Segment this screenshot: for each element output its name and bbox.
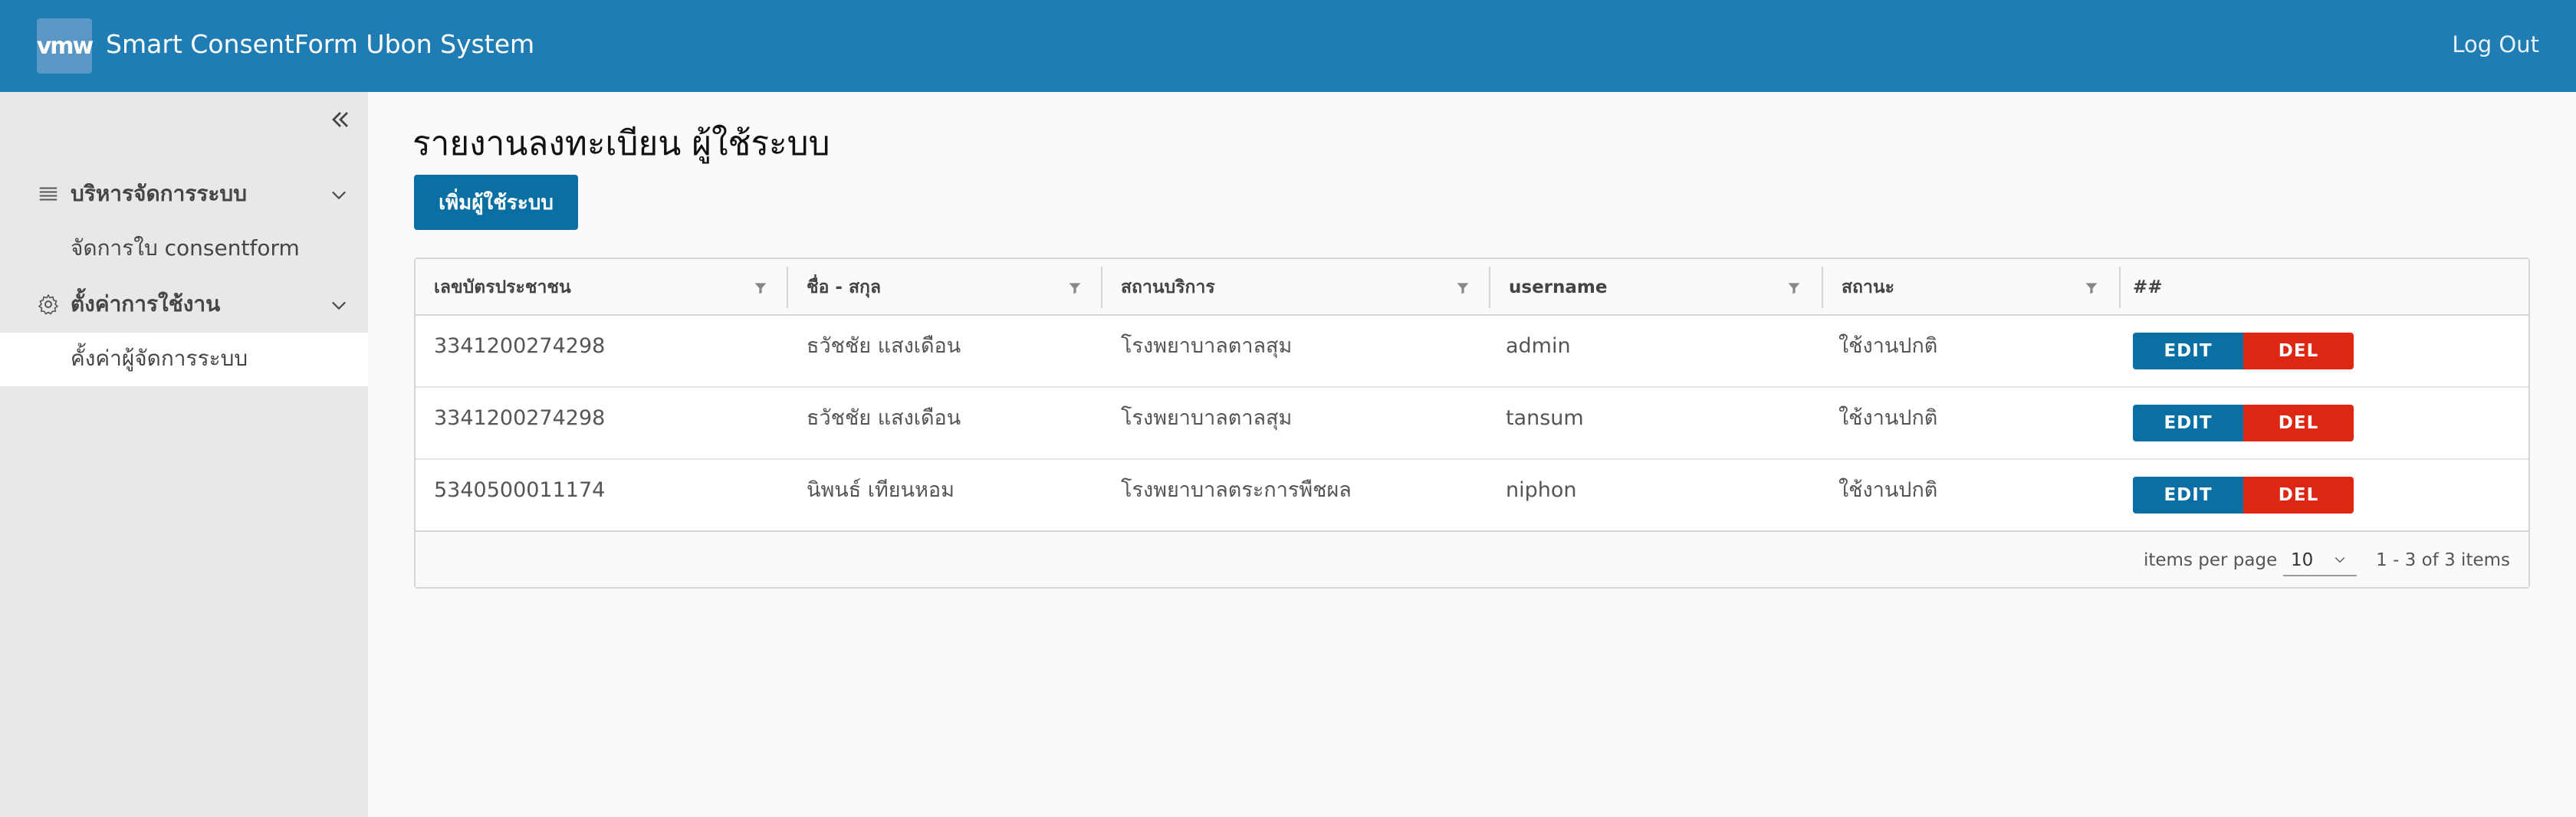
table-row: 5340500011174 นิพนธ์ เทียนหอม โรงพยาบาลต… (416, 460, 2528, 532)
gear-icon (38, 294, 59, 315)
column-header-label: ชื่อ - สกุล (807, 277, 882, 297)
app-title[interactable]: Smart ConsentForm Ubon System (106, 28, 534, 61)
filter-icon[interactable] (2084, 281, 2099, 296)
column-header-label: username (1509, 277, 1608, 297)
delete-button[interactable]: DEL (2243, 333, 2354, 369)
filter-icon[interactable] (1067, 281, 1083, 296)
cell-username: admin (1506, 334, 1571, 358)
logout-link[interactable]: Log Out (2452, 29, 2539, 60)
edit-button[interactable]: EDIT (2133, 477, 2243, 513)
column-header-cid[interactable]: เลขบัตรประชาชน (416, 259, 787, 316)
items-per-page-label: items per page (2144, 550, 2278, 570)
column-header-username[interactable]: username (1490, 259, 1822, 316)
cell-status: ใช้งานปกติ (1838, 406, 1938, 430)
cell-status: ใช้งานปกติ (1838, 478, 1938, 502)
chevron-down-icon (2334, 556, 2345, 563)
items-per-page-value: 10 (2291, 550, 2314, 570)
sidebar: บริหารจัดการระบบ จัดการใบ consentform ตั… (0, 92, 368, 817)
column-header-label: ## (2133, 277, 2163, 297)
cell-hospital: โรงพยาบาลตาลสุม (1121, 334, 1293, 358)
table-row: 3341200274298 ธวัชชัย แสงเดือน โรงพยาบาล… (416, 388, 2528, 460)
chevron-down-icon[interactable] (328, 184, 350, 205)
cell-cid: 3341200274298 (434, 406, 606, 430)
edit-button[interactable]: EDIT (2133, 405, 2243, 441)
cell-username: tansum (1506, 406, 1584, 430)
users-datagrid: เลขบัตรประชาชน ชื่อ - สกุล สถานบริการ us… (414, 258, 2530, 589)
datagrid-footer: items per page 10 1 - 3 of 3 items (416, 530, 2528, 587)
sidebar-item-manage-consentform[interactable]: จัดการใบ consentform (0, 222, 368, 276)
pagination-info: 1 - 3 of 3 items (2376, 550, 2510, 570)
sidebar-item-label: คั้งค่าผู้จัดการระบบ (71, 346, 248, 371)
sidebar-group-settings[interactable]: ตั้งค่าการใช้งาน (0, 281, 368, 327)
sidebar-group-label: ตั้งค่าการใช้งาน (71, 291, 221, 317)
column-header-status[interactable]: สถานะ (1823, 259, 2119, 316)
cell-username: niphon (1506, 478, 1577, 502)
sidebar-group-label: บริหารจัดการระบบ (71, 181, 247, 206)
column-header-hospital[interactable]: สถานบริการ (1102, 259, 1489, 316)
column-header-name[interactable]: ชื่อ - สกุล (788, 259, 1101, 316)
vmw-logo[interactable]: vmw (37, 18, 94, 74)
double-chevron-left-icon[interactable] (327, 106, 354, 133)
filter-icon[interactable] (753, 281, 768, 296)
items-per-page-select[interactable]: 10 (2283, 544, 2357, 576)
add-user-button[interactable]: เพิ่มผู้ใช้ระบบ (414, 175, 578, 230)
filter-icon[interactable] (1786, 281, 1802, 296)
top-header: vmw Smart ConsentForm Ubon System Log Ou… (0, 0, 2576, 92)
sidebar-group-system-management[interactable]: บริหารจัดการระบบ (0, 171, 368, 217)
filter-icon[interactable] (1455, 281, 1470, 296)
cell-status: ใช้งานปกติ (1838, 334, 1938, 358)
list-icon (39, 187, 58, 201)
page-title: รายงานลงทะเบียน ผู้ใช้ระบบ (412, 124, 830, 163)
column-header-actions: ## (2114, 259, 2344, 316)
cell-name: ธวัชชัย แสงเดือน (807, 334, 961, 358)
edit-button[interactable]: EDIT (2133, 333, 2243, 369)
sidebar-item-label: จัดการใบ consentform (71, 235, 300, 261)
cell-name: ธวัชชัย แสงเดือน (807, 406, 961, 430)
table-row: 3341200274298 ธวัชชัย แสงเดือน โรงพยาบาล… (416, 316, 2528, 388)
column-header-label: สถานบริการ (1121, 277, 1215, 297)
sidebar-item-admin-settings[interactable]: คั้งค่าผู้จัดการระบบ (0, 333, 368, 386)
cell-hospital: โรงพยาบาลตาลสุม (1121, 406, 1293, 430)
chevron-down-icon[interactable] (328, 294, 350, 316)
column-header-label: สถานะ (1842, 277, 1894, 297)
column-header-label: เลขบัตรประชาชน (434, 277, 571, 297)
cell-hospital: โรงพยาบาลตระการพืชผล (1121, 478, 1352, 502)
cell-cid: 5340500011174 (434, 478, 606, 502)
delete-button[interactable]: DEL (2243, 477, 2354, 513)
cell-name: นิพนธ์ เทียนหอม (807, 478, 955, 502)
cell-cid: 3341200274298 (434, 334, 606, 358)
datagrid-header: เลขบัตรประชาชน ชื่อ - สกุล สถานบริการ us… (416, 259, 2528, 316)
delete-button[interactable]: DEL (2243, 405, 2354, 441)
